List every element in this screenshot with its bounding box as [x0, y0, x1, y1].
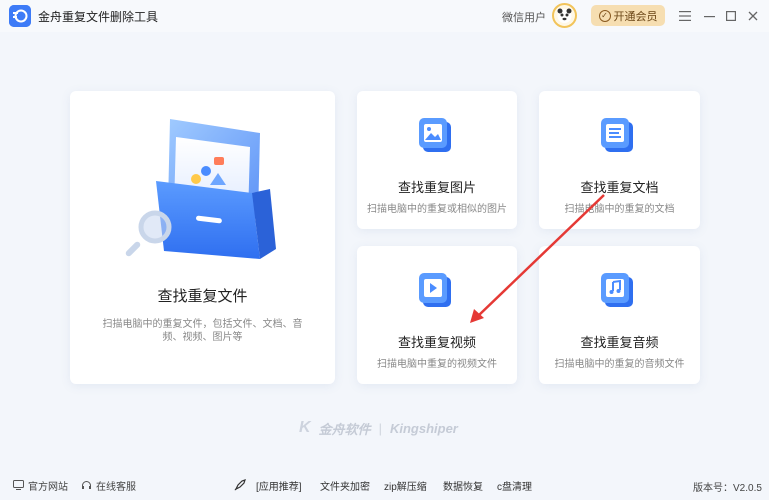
zip-extract-link[interactable]: zip解压缩	[384, 478, 427, 493]
footer: 官方网站 在线客服 [应用推荐] 文件夹加密 zip解压缩 数据恢复 c盘清理 …	[0, 472, 769, 500]
version-label: 版本号：V2.0.5	[693, 483, 762, 494]
find-duplicate-videos-card[interactable]: 查找重复视频 扫描电脑中重复的视频文件	[357, 246, 517, 384]
minimize-icon[interactable]	[699, 6, 719, 26]
document-icon	[601, 118, 633, 152]
rocket-icon	[234, 479, 246, 491]
official-website-link[interactable]: 官方网站	[13, 478, 68, 493]
online-support-link[interactable]: 在线客服	[81, 478, 136, 493]
menu-icon[interactable]	[675, 6, 695, 26]
title-bar: 金舟重复文件删除工具 微信用户 ✓ 开通会员	[0, 0, 769, 32]
close-icon[interactable]	[743, 6, 763, 26]
find-duplicate-docs-card[interactable]: 查找重复文档 扫描电脑中的重复的文档	[539, 91, 700, 229]
card-desc: 扫描电脑中重复的视频文件	[377, 359, 497, 370]
brand-name-cn: 金舟软件	[318, 421, 371, 437]
app-recommend-label: [应用推荐]	[256, 482, 302, 493]
find-duplicate-audio-card[interactable]: 查找重复音频 扫描电脑中的重复的音频文件	[539, 246, 700, 384]
app-logo-icon	[9, 5, 31, 27]
avatar[interactable]	[552, 3, 577, 28]
card-desc: 扫描电脑中的重复的文档	[564, 204, 675, 215]
user-name[interactable]: 微信用户	[502, 9, 546, 25]
brand-divider: |	[378, 420, 382, 436]
card-desc: 扫描电脑中的重复或相似的图片	[367, 204, 507, 215]
headset-icon	[82, 481, 91, 489]
monitor-icon	[13, 480, 24, 490]
official-website-label: 官方网站	[28, 482, 68, 493]
c-drive-clean-link[interactable]: c盘清理	[497, 478, 532, 493]
card-title: 查找重复文档	[580, 180, 659, 195]
card-title: 查找重复文件	[157, 288, 248, 305]
card-title: 查找重复图片	[397, 180, 476, 195]
folder-encrypt-link[interactable]: 文件夹加密	[320, 478, 370, 493]
card-title: 查找重复音频	[580, 335, 659, 350]
card-desc: 扫描电脑中的重复的音频文件	[554, 359, 685, 370]
image-icon	[419, 118, 451, 152]
brand-logo-icon: K	[299, 419, 311, 436]
brand-watermark: K 金舟软件 | Kingshiper	[299, 419, 458, 437]
online-support-label: 在线客服	[96, 482, 136, 493]
vip-button[interactable]: ✓ 开通会员	[591, 5, 665, 26]
brand-name-en: Kingshiper	[389, 420, 458, 436]
card-title: 查找重复视频	[397, 335, 476, 350]
find-duplicate-images-card[interactable]: 查找重复图片 扫描电脑中的重复或相似的图片	[357, 91, 517, 229]
video-icon	[419, 273, 451, 307]
music-icon	[601, 273, 633, 307]
app-title: 金舟重复文件删除工具	[38, 10, 159, 24]
vip-icon: ✓	[598, 9, 611, 22]
vip-label: 开通会员	[613, 10, 658, 23]
card-desc: 扫描电脑中的重复文件，包括文件、文档、音频、视频、图片等	[102, 319, 303, 343]
maximize-icon[interactable]	[721, 6, 741, 26]
folder-magnifier-icon	[125, 119, 276, 259]
find-duplicate-files-card[interactable]: 查找重复文件 扫描电脑中的重复文件，包括文件、文档、音频、视频、图片等	[70, 91, 335, 384]
data-recovery-link[interactable]: 数据恢复	[443, 478, 483, 493]
